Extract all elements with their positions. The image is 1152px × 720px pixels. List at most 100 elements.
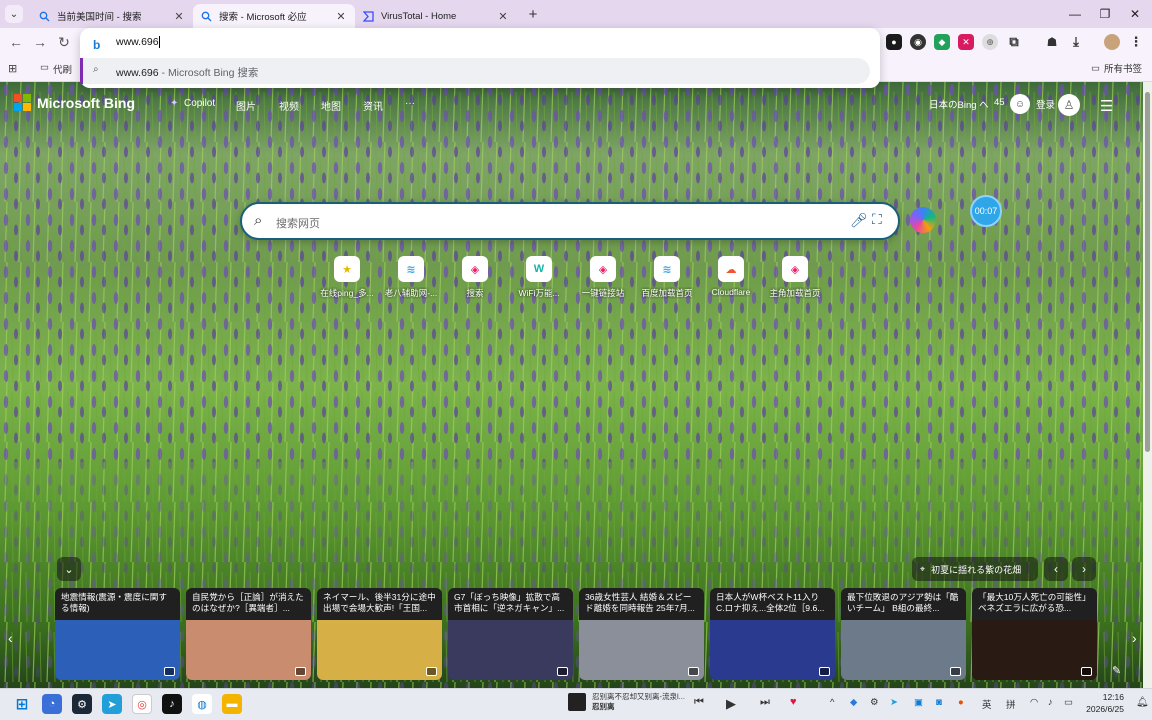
quicklink[interactable]: ◈ 主角加载首页 <box>763 256 827 299</box>
page-scrollbar[interactable] <box>1143 82 1152 688</box>
news-next-icon[interactable]: › <box>1132 630 1137 646</box>
heart-icon[interactable]: ♥ <box>790 696 797 708</box>
nav-more[interactable]: ··· <box>405 98 415 109</box>
tray-app-icon[interactable]: ● <box>958 697 964 708</box>
omnibox-suggestion[interactable]: ⌕ www.696 - Microsoft Bing 搜索 <box>80 58 870 84</box>
steam-tray-icon[interactable]: ⚙ <box>870 697 879 708</box>
tiktok-icon[interactable]: ♪ <box>162 694 182 714</box>
news-card[interactable]: 最下位敗退のアジア勢は「酷いチーム」 B組の最終... <box>841 588 966 680</box>
news-card[interactable]: 日本人がW杯ベスト11入り C.ロナ抑え...全体2位［9.6... <box>710 588 835 680</box>
visual-search-icon[interactable]: ⛶ <box>872 211 882 228</box>
close-window-button[interactable]: ✕ <box>1120 0 1150 28</box>
nav-copilot[interactable]: Copilot <box>184 98 215 109</box>
puzzle-icon[interactable]: ⧉ <box>1006 34 1022 50</box>
minimize-button[interactable]: — <box>1060 0 1090 28</box>
news-card[interactable]: 地震情報(震源・震度に関する情報) <box>55 588 180 680</box>
taskbar-app-icon[interactable]: ◔ <box>42 694 62 714</box>
tab-3[interactable]: VirusTotal - Home ✕ <box>355 4 517 28</box>
quicklink[interactable]: ◈ 一键链接站 <box>571 256 635 299</box>
spy-icon[interactable]: ☗ <box>1044 34 1060 50</box>
tray-app-icon[interactable]: ▣ <box>914 697 923 708</box>
nav-news[interactable]: 资讯 <box>363 98 383 113</box>
close-icon[interactable]: ✕ <box>173 10 185 23</box>
microphone-icon[interactable]: 🎤︎ <box>850 212 868 229</box>
hamburger-menu-icon[interactable]: ☰ <box>1100 97 1113 115</box>
news-card[interactable]: ネイマール、後半31分に途中出場で会場大歓声!「王国... <box>317 588 442 680</box>
address-input[interactable]: www.696 <box>116 36 160 49</box>
timer-badge[interactable]: 00:07 <box>970 195 1002 227</box>
news-card[interactable]: 36歳女性芸人 結婚＆スピード離婚を同時報告 25年7月... <box>579 588 704 680</box>
bookmark-folder[interactable]: ▭ 代刷 <box>40 62 72 76</box>
maximize-button[interactable]: ❐ <box>1090 0 1120 28</box>
steam-icon[interactable]: ⚙ <box>72 694 92 714</box>
close-icon[interactable]: ✕ <box>335 10 347 23</box>
clock[interactable]: 12:16 2026/6/25 <box>1082 692 1124 716</box>
extension-icon[interactable]: ● <box>886 34 902 50</box>
bing-logo[interactable]: Microsoft Bing <box>14 94 135 111</box>
battery-icon[interactable]: ▭ <box>1064 697 1073 708</box>
news-card[interactable]: 「最大10万人死亡の可能性」ベネズエラに広がる恐... <box>972 588 1097 680</box>
bing-search-box[interactable]: ⌕ 搜索网页 🎤︎ ⛶ <box>240 202 900 240</box>
shield-icon[interactable]: ◆ <box>934 34 950 50</box>
news-card[interactable]: 自民党から［正論］が消えたのはなぜか?［異端者］... <box>186 588 311 680</box>
more-menu-icon[interactable]: ⋮ <box>1128 34 1144 50</box>
taskbar-app-icon[interactable]: ◍ <box>192 694 212 714</box>
tab-search-button[interactable]: ⌄ <box>5 5 23 23</box>
quicklink[interactable]: ★ 在线ping_多... <box>315 256 379 299</box>
profile-avatar[interactable] <box>1104 34 1120 50</box>
new-tab-button[interactable]: + <box>523 6 543 23</box>
search-input[interactable]: 搜索网页 <box>276 215 320 231</box>
region-link[interactable]: 日本のBing へ <box>929 97 989 111</box>
rewards-icon[interactable]: ☺ <box>1010 94 1030 114</box>
download-icon[interactable]: ⤓ <box>1068 34 1084 50</box>
ime-mode-2[interactable]: 拼 <box>1006 697 1016 711</box>
copilot-button-icon[interactable] <box>910 207 936 233</box>
apps-grid-icon[interactable]: ⊞ <box>8 62 17 75</box>
chrome-icon[interactable]: ◎ <box>132 694 152 714</box>
prev-image-button[interactable]: ‹ <box>1044 557 1068 581</box>
quicklink[interactable]: ☁ Cloudflare <box>699 256 763 299</box>
quicklink[interactable]: W WiFi万能... <box>507 256 571 299</box>
extension-icon[interactable]: ✕ <box>958 34 974 50</box>
previous-track-icon[interactable]: ⏮ <box>694 696 704 709</box>
back-button[interactable]: ← <box>6 32 26 52</box>
news-card[interactable]: G7「ぼっち映像」拡散で高市首相に「逆ネガキャン」... <box>448 588 573 680</box>
nav-videos[interactable]: 视频 <box>279 98 299 113</box>
telegram-icon[interactable]: ➤ <box>102 694 122 714</box>
play-icon[interactable]: ▶ <box>726 696 736 712</box>
nav-images[interactable]: 图片 <box>236 98 256 113</box>
login-link[interactable]: 登录 <box>1036 97 1055 111</box>
reload-button[interactable]: ↻ <box>54 32 74 52</box>
tray-app-icon[interactable]: ◆ <box>850 697 857 708</box>
close-icon[interactable]: ✕ <box>497 10 509 23</box>
news-prev-icon[interactable]: ‹ <box>8 630 13 646</box>
tab-1[interactable]: 当前美国时间 - 搜索 ✕ <box>31 4 193 28</box>
ime-mode-1[interactable]: 英 <box>982 697 992 711</box>
quicklink[interactable]: ≋ 老八辅助网-... <box>379 256 443 299</box>
collapse-feed-button[interactable]: ⌄ <box>57 557 81 581</box>
forward-button[interactable]: → <box>30 32 50 52</box>
quicklink[interactable]: ≋ 百度加载首页 <box>635 256 699 299</box>
quicklink[interactable]: ◈ 搜索 <box>443 256 507 299</box>
file-explorer-icon[interactable]: ▬ <box>222 694 242 714</box>
telegram-tray-icon[interactable]: ➤ <box>890 697 898 708</box>
feedback-icon[interactable]: ✎ <box>1112 664 1121 677</box>
nav-maps[interactable]: 地图 <box>321 98 341 113</box>
tray-app-icon[interactable]: ◙ <box>936 697 942 708</box>
globe-icon[interactable]: ⊕ <box>982 34 998 50</box>
tab-2[interactable]: 搜索 - Microsoft 必应 ✕ <box>193 4 355 28</box>
scrollbar-thumb[interactable] <box>1145 92 1150 452</box>
all-bookmarks-button[interactable]: ▭ 所有书签 <box>1091 61 1142 76</box>
windows-start-icon[interactable]: ⊞ <box>12 694 32 714</box>
notification-bell-icon[interactable]: 🔔︎ <box>1136 697 1149 708</box>
quicklink-label: 老八辅助网-... <box>384 288 438 298</box>
image-info-button[interactable]: ⌖ 初夏に揺れる紫の花畑 <box>912 557 1038 581</box>
extension-icon[interactable]: ◉ <box>910 34 926 50</box>
user-avatar-icon[interactable]: ♙ <box>1058 94 1080 116</box>
volume-icon[interactable]: ♪ <box>1048 697 1053 708</box>
wifi-icon[interactable]: ◠ <box>1030 697 1038 708</box>
media-widget[interactable]: 忍别离不忍却又别离-流泉l... 忍别离 <box>568 692 712 712</box>
next-track-icon[interactable]: ⏭ <box>760 696 770 709</box>
next-image-button[interactable]: › <box>1072 557 1096 581</box>
tray-chevron-icon[interactable]: ^ <box>830 697 834 708</box>
